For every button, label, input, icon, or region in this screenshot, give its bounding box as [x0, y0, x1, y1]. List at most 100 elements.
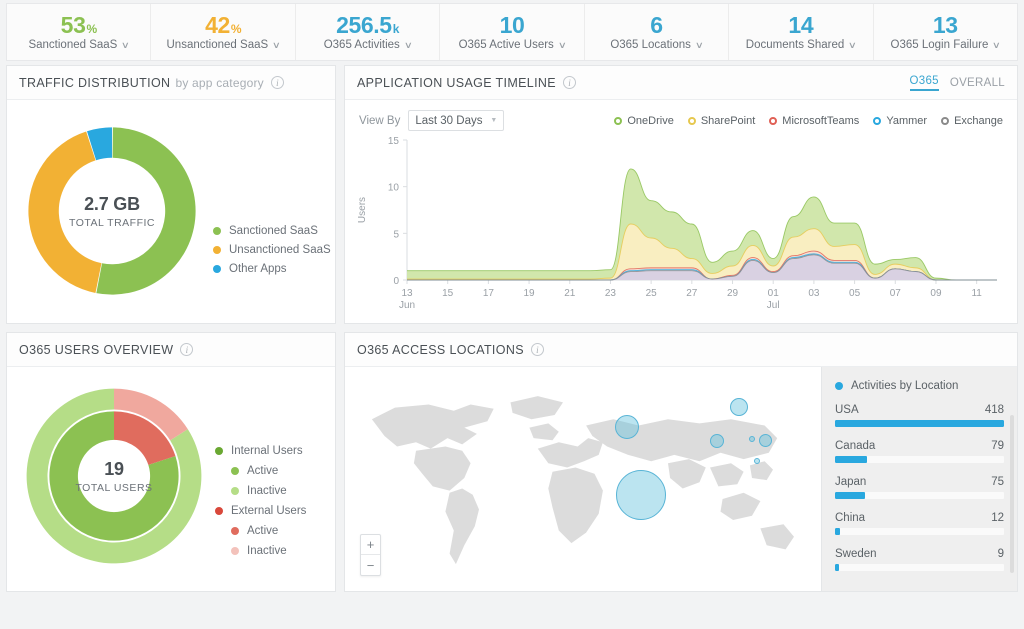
- location-bar-fill: [835, 420, 1004, 427]
- timeline-legend-item[interactable]: OneDrive: [614, 115, 674, 127]
- timeline-legend-item[interactable]: MicrosoftTeams: [769, 115, 859, 127]
- kpi-value: 256.5k: [336, 11, 399, 38]
- legend-item[interactable]: External Users: [215, 505, 306, 517]
- location-row: China 12: [835, 512, 1004, 524]
- legend-dot-icon: [835, 382, 843, 390]
- info-icon[interactable]: i: [180, 343, 194, 356]
- y-tick-label: 10: [388, 183, 400, 194]
- kpi-label-row[interactable]: O365 Locations ∨: [610, 39, 703, 52]
- location-list[interactable]: USA 418 Canada 79 Japan 75 China 12 Sweden 9: [835, 404, 1004, 571]
- legend-label: Other Apps: [229, 263, 287, 275]
- tab-o365[interactable]: O365: [909, 75, 939, 91]
- kpi-label-row[interactable]: Documents Shared ∨: [745, 39, 857, 52]
- kpi-value: 42%: [205, 11, 242, 38]
- top-row: TRAFFIC DISTRIBUTION by app category i 2…: [6, 65, 1018, 324]
- legend-dot-icon: [231, 487, 239, 495]
- location-item[interactable]: China 12: [835, 512, 1004, 535]
- traffic-distribution-header: TRAFFIC DISTRIBUTION by app category i: [7, 66, 335, 100]
- legend-item[interactable]: Internal Users: [215, 445, 306, 457]
- timeline-area-chart: 051015Users13Jun15 17 19 21 23 25 27 29 01Jul03 0…: [357, 136, 997, 311]
- x-tick-label: 13: [401, 288, 413, 299]
- map-bubble-sweden[interactable]: [729, 398, 748, 417]
- kpi-label-row[interactable]: O365 Login Failure ∨: [890, 39, 1002, 52]
- legend-label: Yammer: [886, 114, 928, 127]
- map-bubble-poland[interactable]: [748, 435, 755, 442]
- x-tick-label: 05: [849, 288, 861, 299]
- x-tick-label: 23: [605, 288, 617, 299]
- kpi-label-row[interactable]: O365 Activities ∨: [323, 39, 413, 52]
- legend-ring-icon: [614, 116, 623, 125]
- x-tick-label: 27: [686, 288, 698, 299]
- timeline-legend-item[interactable]: Yammer: [873, 115, 927, 127]
- location-item[interactable]: Sweden 9: [835, 548, 1004, 571]
- info-icon[interactable]: i: [562, 76, 576, 89]
- timeline-legend-item[interactable]: Exchange: [941, 115, 1003, 127]
- kpi-documents-shared[interactable]: 14 Documents Shared ∨: [729, 4, 874, 60]
- x-tick-label: 01: [768, 288, 780, 299]
- legend-item[interactable]: Active: [215, 525, 306, 537]
- legend-label: Unsanctioned SaaS: [229, 244, 331, 256]
- legend-dot-icon: [215, 507, 223, 515]
- map-zoom-controls: + −: [360, 534, 381, 576]
- info-icon[interactable]: i: [530, 343, 544, 356]
- location-item[interactable]: Canada 79: [835, 440, 1004, 463]
- info-icon[interactable]: i: [270, 76, 284, 89]
- kpi-label-row[interactable]: Sanctioned SaaS ∨: [28, 39, 130, 51]
- view-by-select[interactable]: Last 30 Days ▼: [408, 110, 505, 131]
- location-bar-fill: [835, 456, 867, 463]
- tab-overall[interactable]: OVERALL: [950, 77, 1005, 91]
- kpi-label: O365 Locations: [610, 39, 691, 52]
- location-item[interactable]: Japan 75: [835, 476, 1004, 499]
- kpi-sanctioned-saas[interactable]: 53% Sanctioned SaaS ∨: [7, 4, 152, 60]
- timeline-controls: View By Last 30 Days ▼ OneDrive SharePoin…: [345, 100, 1017, 133]
- legend-label: External Users: [231, 505, 307, 517]
- zoom-out-button[interactable]: −: [361, 555, 380, 575]
- location-value: 75: [991, 476, 1004, 488]
- x-tick-month: Jul: [767, 300, 780, 311]
- activities-by-location-label: Activities by Location: [851, 380, 959, 392]
- application-usage-timeline-panel: APPLICATION USAGE TIMELINE i O365 OVERALL…: [344, 65, 1018, 324]
- location-bar-fill: [835, 528, 840, 535]
- location-row: USA 418: [835, 404, 1004, 416]
- kpi-value: 13: [932, 11, 958, 38]
- map-bubble-greece[interactable]: [753, 458, 760, 465]
- chevron-down-icon: ∨: [403, 39, 413, 50]
- kpi-label: Documents Shared: [745, 39, 845, 52]
- traffic-distribution-body: 2.7 GB TOTAL TRAFFIC Sanctioned SaaS Unsa…: [7, 100, 335, 323]
- legend-dot-icon: [213, 246, 221, 254]
- traffic-legend: Sanctioned SaaS Unsanctioned SaaS Other Ap…: [213, 225, 331, 275]
- kpi-o365-locations[interactable]: 6 O365 Locations ∨: [585, 4, 730, 60]
- location-item[interactable]: USA 418: [835, 404, 1004, 427]
- kpi-o365-active-users[interactable]: 10 O365 Active Users ∨: [440, 4, 585, 60]
- area-OneDrive: [407, 168, 997, 280]
- legend-item[interactable]: Inactive: [215, 485, 306, 497]
- panel-title: APPLICATION USAGE TIMELINE: [357, 75, 556, 90]
- y-axis-label: Users: [357, 197, 368, 223]
- legend-dot-icon: [231, 467, 239, 475]
- location-value: 79: [991, 440, 1004, 452]
- kpi-o365-login-failure[interactable]: 13 O365 Login Failure ∨: [874, 4, 1017, 60]
- kpi-label: O365 Login Failure: [890, 39, 989, 52]
- legend-item[interactable]: Active: [215, 465, 306, 477]
- legend-item[interactable]: Sanctioned SaaS: [213, 225, 331, 237]
- legend-item[interactable]: Inactive: [215, 545, 306, 557]
- kpi-label-row[interactable]: O365 Active Users ∨: [459, 39, 567, 51]
- kpi-label-row[interactable]: Unsanctioned SaaS ∨: [167, 39, 281, 51]
- timeline-legend-item[interactable]: SharePoint: [687, 115, 755, 127]
- location-bar-track: [835, 528, 1004, 535]
- x-tick-label: 19: [524, 288, 536, 299]
- kpi-o365-activities[interactable]: 256.5k O365 Activities ∨: [296, 4, 441, 60]
- legend-dot-icon: [213, 265, 221, 273]
- users-legend: Internal Users Active Inactive External Use…: [215, 445, 306, 557]
- legend-item[interactable]: Unsanctioned SaaS: [213, 244, 331, 256]
- map-bubble-usa-west[interactable]: [615, 469, 666, 520]
- kpi-label: O365 Activities: [323, 39, 400, 52]
- legend-dot-icon: [215, 447, 223, 455]
- location-value: 12: [991, 512, 1004, 524]
- x-tick-label: 07: [890, 288, 902, 299]
- kpi-unsanctioned-saas[interactable]: 42% Unsanctioned SaaS ∨: [151, 4, 296, 60]
- legend-item[interactable]: Other Apps: [213, 263, 331, 275]
- location-list-scrollbar[interactable]: [1010, 415, 1014, 573]
- zoom-in-button[interactable]: +: [361, 535, 380, 555]
- x-tick-label: 03: [808, 288, 820, 299]
